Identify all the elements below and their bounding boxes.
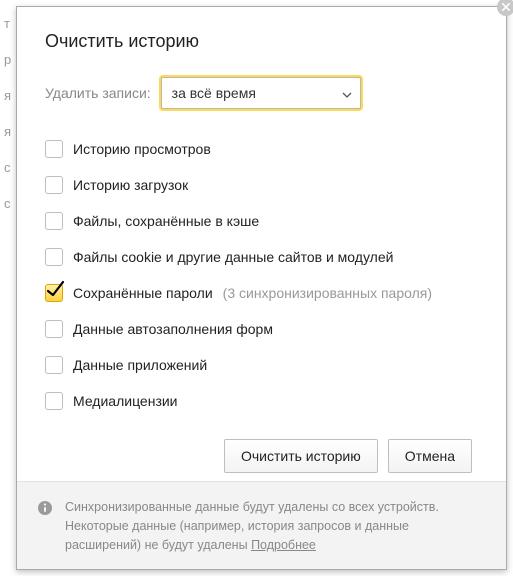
option-label: Данные автозаполнения форм — [73, 321, 273, 337]
clear-button[interactable]: Очистить историю — [224, 439, 378, 473]
learn-more-link[interactable]: Подробнее — [251, 538, 316, 552]
option-row[interactable]: Историю загрузок — [45, 167, 496, 203]
info-icon — [37, 500, 53, 516]
option-row[interactable]: Сохранённые пароли (3 синхронизированных … — [45, 275, 496, 311]
option-row[interactable]: Файлы, сохранённые в кэше — [45, 203, 496, 239]
option-row[interactable]: Файлы cookie и другие данные сайтов и мо… — [45, 239, 496, 275]
options-list: Историю просмотров Историю загрузок Файлы,… — [45, 131, 496, 419]
option-label: Данные приложений — [73, 357, 207, 373]
dialog-footer: Синхронизированные данные будут удалены … — [17, 481, 506, 569]
close-icon — [502, 0, 510, 16]
checkbox[interactable] — [45, 212, 63, 230]
checkbox[interactable] — [45, 356, 63, 374]
checkbox[interactable] — [45, 140, 63, 158]
checkbox[interactable] — [45, 248, 63, 266]
checkbox[interactable] — [45, 392, 63, 410]
clear-history-dialog: Очистить историю Удалить записи: за всё … — [16, 6, 507, 570]
dialog-actions: Очистить историю Отмена — [45, 423, 496, 473]
option-row[interactable]: Медиалицензии — [45, 383, 496, 419]
dialog-title: Очистить историю — [17, 7, 506, 72]
option-row[interactable]: Историю просмотров — [45, 131, 496, 167]
footer-text: Синхронизированные данные будут удалены … — [65, 498, 486, 557]
checkbox[interactable] — [45, 176, 63, 194]
option-label: Сохранённые пароли — [73, 285, 213, 301]
cancel-button[interactable]: Отмена — [388, 439, 472, 473]
option-label: Медиалицензии — [73, 393, 178, 409]
time-range-select[interactable]: за всё время — [161, 77, 361, 109]
checkbox[interactable] — [45, 320, 63, 338]
option-label: Файлы cookie и другие данные сайтов и мо… — [73, 249, 393, 265]
close-button[interactable] — [497, 0, 513, 16]
checkbox[interactable] — [45, 284, 63, 302]
option-row[interactable]: Данные автозаполнения форм — [45, 311, 496, 347]
time-range-label: Удалить записи: — [45, 85, 151, 101]
time-range-row: Удалить записи: за всё время — [45, 77, 496, 109]
time-range-value: за всё время — [172, 85, 256, 101]
option-hint: (3 синхронизированных пароля) — [223, 285, 432, 301]
option-label: Историю просмотров — [73, 141, 211, 157]
option-label: Историю загрузок — [73, 177, 188, 193]
option-row[interactable]: Данные приложений — [45, 347, 496, 383]
dialog-body: Удалить записи: за всё время Историю про… — [17, 73, 506, 481]
chevron-down-icon — [342, 85, 352, 101]
option-label: Файлы, сохранённые в кэше — [73, 213, 259, 229]
